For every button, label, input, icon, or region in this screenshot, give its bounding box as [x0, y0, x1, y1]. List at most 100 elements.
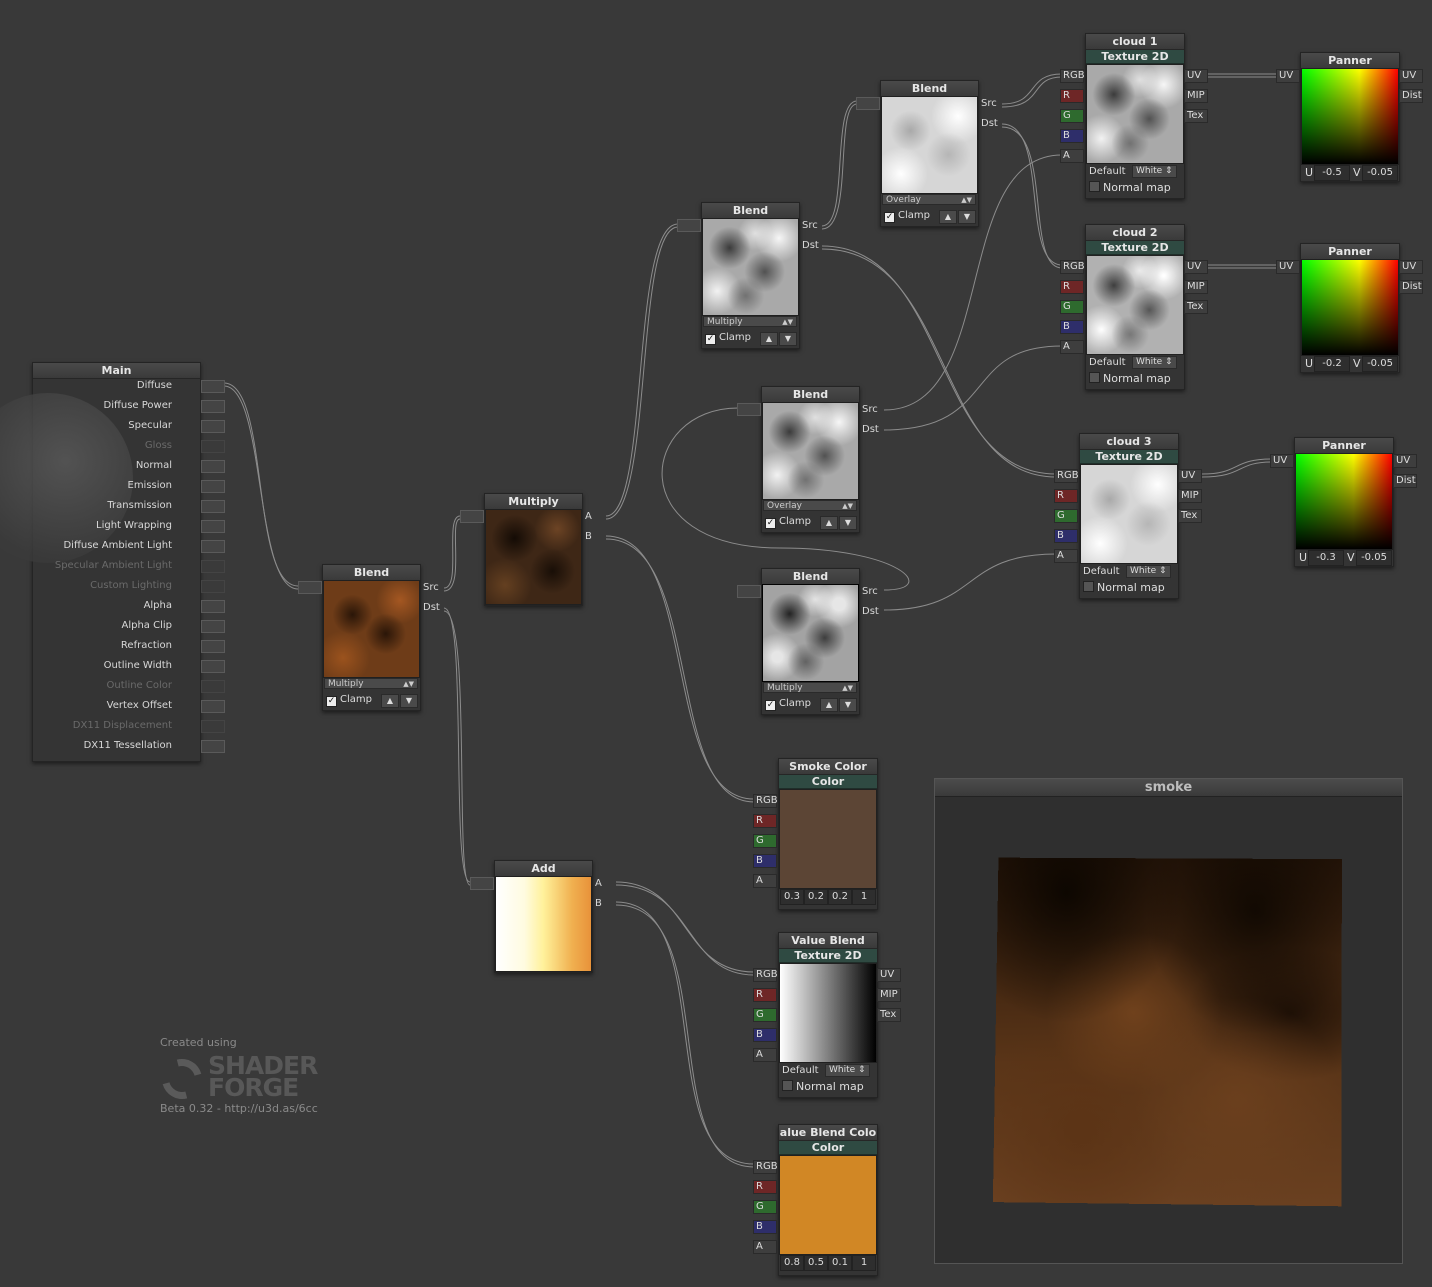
cloud1-in-a[interactable]: A: [1060, 149, 1084, 163]
panner1-out-dist[interactable]: Dist: [1399, 89, 1423, 103]
move-up-button[interactable]: ▲: [820, 698, 838, 712]
panner3-out-dist[interactable]: Dist: [1393, 474, 1417, 488]
blend-node-topmost[interactable]: Blend Overlay ▲▼ ✓ Clamp ▲ ▼: [880, 80, 979, 227]
vbc-in-g[interactable]: G: [753, 1200, 777, 1214]
cloud3-in-b[interactable]: B: [1054, 529, 1078, 543]
blend-main-src[interactable]: Src: [423, 581, 439, 595]
smoke-color-in-rgb[interactable]: RGB: [753, 794, 778, 808]
smoke-color-in-b[interactable]: B: [753, 854, 777, 868]
blend-topmost-dst[interactable]: Dst: [981, 117, 998, 131]
cloud3-texture-node[interactable]: cloud 3 Texture 2D Default White ⇕ Norma…: [1079, 433, 1179, 599]
cloud3-out-mip[interactable]: MIP: [1178, 489, 1202, 503]
white-select[interactable]: White ⇕: [1132, 165, 1177, 178]
vbc-in-a[interactable]: A: [753, 1240, 777, 1254]
cloud1-out-uv[interactable]: UV: [1184, 69, 1208, 83]
blend-top-dst[interactable]: Dst: [802, 239, 819, 253]
blend-mode-select[interactable]: Multiply ▲▼: [703, 316, 797, 327]
v-value[interactable]: -0.05: [1356, 550, 1392, 566]
cloud1-in-rgb[interactable]: RGB: [1060, 69, 1085, 83]
multiply-port-b[interactable]: B: [585, 530, 592, 544]
cloud2-in-a[interactable]: A: [1060, 340, 1084, 354]
cloud1-in-r[interactable]: R: [1060, 89, 1084, 103]
cloud3-out-tex[interactable]: Tex: [1178, 509, 1202, 523]
cloud2-texture-node[interactable]: cloud 2 Texture 2D Default White ⇕ Norma…: [1085, 224, 1185, 390]
blend-topmost-input[interactable]: [856, 97, 880, 110]
value-blend-out-tex[interactable]: Tex: [877, 1008, 901, 1022]
multiply-input[interactable]: [460, 510, 484, 523]
blend-node-top[interactable]: Blend Multiply ▲▼ ✓ Clamp ▲ ▼: [701, 202, 800, 349]
cloud2-in-r[interactable]: R: [1060, 280, 1084, 294]
add-port-a[interactable]: A: [595, 877, 602, 891]
add-port-b[interactable]: B: [595, 897, 602, 911]
main-input-connector[interactable]: [201, 680, 225, 693]
cloud1-out-mip[interactable]: MIP: [1184, 89, 1208, 103]
white-select[interactable]: White ⇕: [1126, 565, 1171, 578]
value-blend-in-b[interactable]: B: [753, 1028, 777, 1042]
vbc-in-b[interactable]: B: [753, 1220, 777, 1234]
cloud2-in-rgb[interactable]: RGB: [1060, 260, 1085, 274]
value-blend-out-mip[interactable]: MIP: [877, 988, 901, 1002]
cloud3-in-a[interactable]: A: [1054, 549, 1078, 563]
panner2-out-uv[interactable]: UV: [1399, 260, 1423, 274]
blend-low-input[interactable]: [737, 585, 761, 598]
blend-node-low[interactable]: Blend Multiply ▲▼ ✓ Clamp ▲ ▼: [761, 568, 860, 715]
blend-low-dst[interactable]: Dst: [862, 605, 879, 619]
u-value[interactable]: -0.3: [1308, 550, 1344, 566]
cloud1-in-g[interactable]: G: [1060, 109, 1084, 123]
blend-mode-select[interactable]: Overlay ▲▼: [763, 500, 857, 511]
move-up-button[interactable]: ▲: [760, 332, 778, 346]
move-up-button[interactable]: ▲: [939, 210, 957, 224]
move-down-button[interactable]: ▼: [958, 210, 976, 224]
main-input-connector[interactable]: [201, 460, 225, 473]
blend-mode-select[interactable]: Multiply ▲▼: [763, 682, 857, 693]
color-swatch[interactable]: [779, 789, 877, 889]
main-input-connector[interactable]: [201, 520, 225, 533]
u-value[interactable]: -0.5: [1314, 165, 1350, 181]
move-down-button[interactable]: ▼: [839, 698, 857, 712]
blend-mid-dst[interactable]: Dst: [862, 423, 879, 437]
cloud2-in-b[interactable]: B: [1060, 320, 1084, 334]
main-input-connector[interactable]: [201, 480, 225, 493]
main-input-connector[interactable]: [201, 540, 225, 553]
value-blend-color-node[interactable]: alue Blend Colo Color 0.8 0.5 0.1 1: [778, 1124, 878, 1276]
panner3-in-uv[interactable]: UV: [1270, 454, 1294, 468]
main-input-connector[interactable]: [201, 640, 225, 653]
clamp-checkbox[interactable]: ✓ Clamp: [765, 515, 811, 529]
main-input-connector[interactable]: [201, 560, 225, 573]
v-value[interactable]: -0.05: [1362, 165, 1398, 181]
main-input-connector[interactable]: [201, 600, 225, 613]
clamp-checkbox[interactable]: ✓ Clamp: [884, 209, 930, 223]
multiply-node[interactable]: Multiply: [484, 493, 583, 606]
blend-top-input[interactable]: [677, 219, 701, 232]
main-input-connector[interactable]: [201, 400, 225, 413]
blend-mode-select[interactable]: Multiply ▲▼: [324, 678, 418, 689]
value-blend-out-uv[interactable]: UV: [877, 968, 901, 982]
move-down-button[interactable]: ▼: [839, 516, 857, 530]
r-value[interactable]: 0.3: [780, 889, 804, 905]
panner1-out-uv[interactable]: UV: [1399, 69, 1423, 83]
main-input-connector[interactable]: [201, 620, 225, 633]
blend-low-src[interactable]: Src: [862, 585, 878, 599]
value-blend-in-g[interactable]: G: [753, 1008, 777, 1022]
multiply-port-a[interactable]: A: [585, 510, 592, 524]
main-input-connector[interactable]: [201, 740, 225, 753]
panner-node-2[interactable]: Panner U -0.2 V -0.05: [1300, 243, 1400, 373]
a-value[interactable]: 1: [852, 889, 876, 905]
preview-plane[interactable]: [992, 857, 1342, 1207]
color-swatch[interactable]: [779, 1155, 877, 1255]
preview-panel[interactable]: smoke: [934, 778, 1403, 1264]
main-input-connector[interactable]: [201, 660, 225, 673]
cloud3-out-uv[interactable]: UV: [1178, 469, 1202, 483]
value-blend-in-a[interactable]: A: [753, 1048, 777, 1062]
blend-main-input[interactable]: [298, 581, 322, 594]
main-input-connector[interactable]: [201, 700, 225, 713]
main-input-connector[interactable]: [201, 440, 225, 453]
cloud2-out-tex[interactable]: Tex: [1184, 300, 1208, 314]
clamp-checkbox[interactable]: ✓ Clamp: [765, 697, 811, 711]
cloud1-texture-node[interactable]: cloud 1 Texture 2D Default White ⇕ Norma…: [1085, 33, 1185, 199]
g-value[interactable]: 0.2: [804, 889, 828, 905]
normal-map-checkbox[interactable]: Normal map: [1089, 181, 1171, 194]
add-node[interactable]: Add: [494, 860, 593, 973]
value-blend-in-r[interactable]: R: [753, 988, 777, 1002]
blend-topmost-src[interactable]: Src: [981, 97, 997, 111]
